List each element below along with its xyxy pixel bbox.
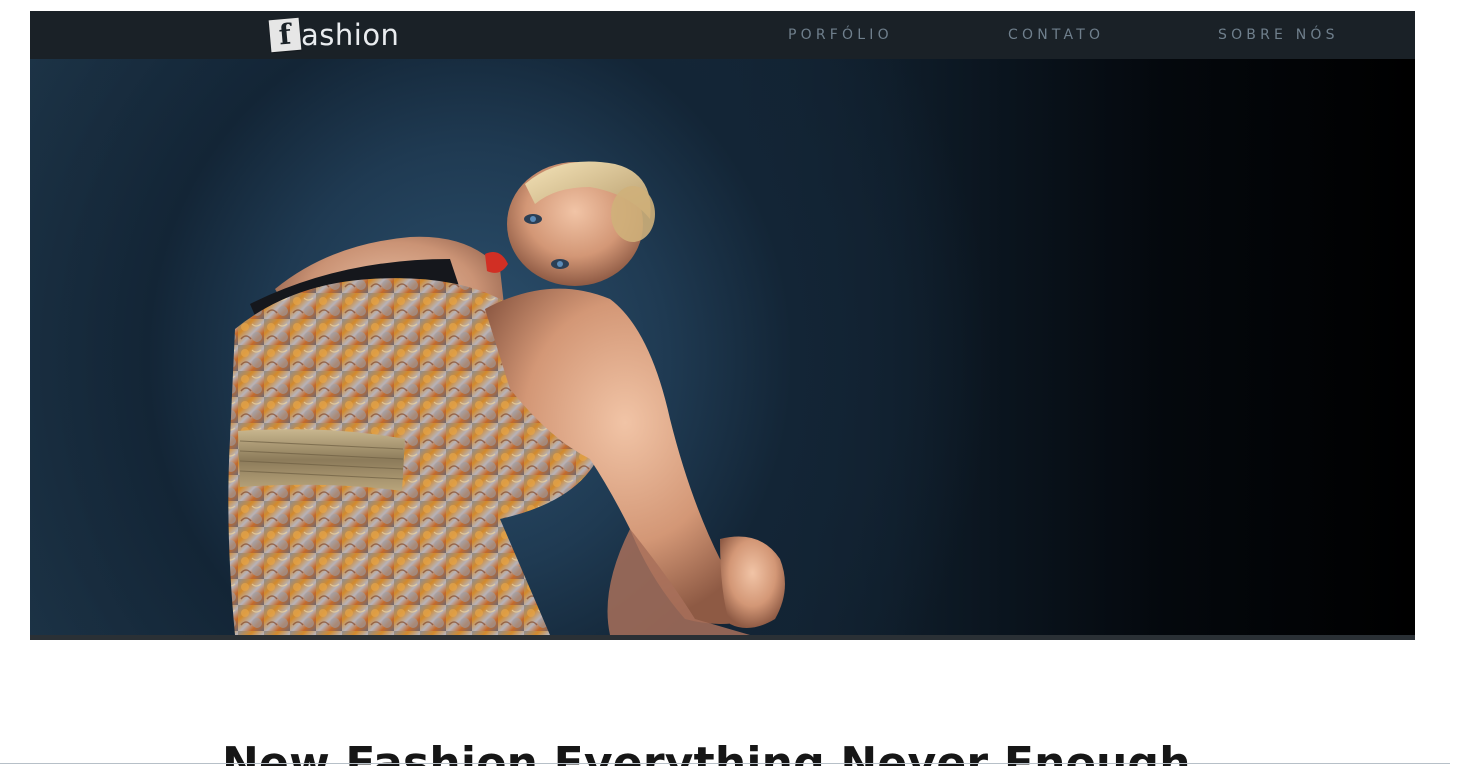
- hero-bottom-border: [30, 635, 1415, 640]
- hero-banner: [30, 59, 1415, 635]
- logo-mark-icon: f: [268, 18, 302, 53]
- nav-link-sobre-nos[interactable]: SOBRE NÓS: [1218, 27, 1339, 43]
- site-logo[interactable]: f ashion: [268, 18, 400, 53]
- page-headline: New Fashion Everything Never Enough: [222, 738, 1191, 766]
- nav-link-contato[interactable]: CONTATO: [1008, 27, 1104, 43]
- divider: [0, 763, 1450, 764]
- fashion-model-photo: [228, 161, 785, 635]
- top-navbar: f ashion PORFÓLIO CONTATO SOBRE NÓS: [30, 11, 1415, 59]
- logo-text: ashion: [301, 18, 400, 52]
- page: f ashion PORFÓLIO CONTATO SOBRE NÓS New …: [0, 0, 1466, 766]
- nav-link-portfolio[interactable]: PORFÓLIO: [788, 27, 893, 43]
